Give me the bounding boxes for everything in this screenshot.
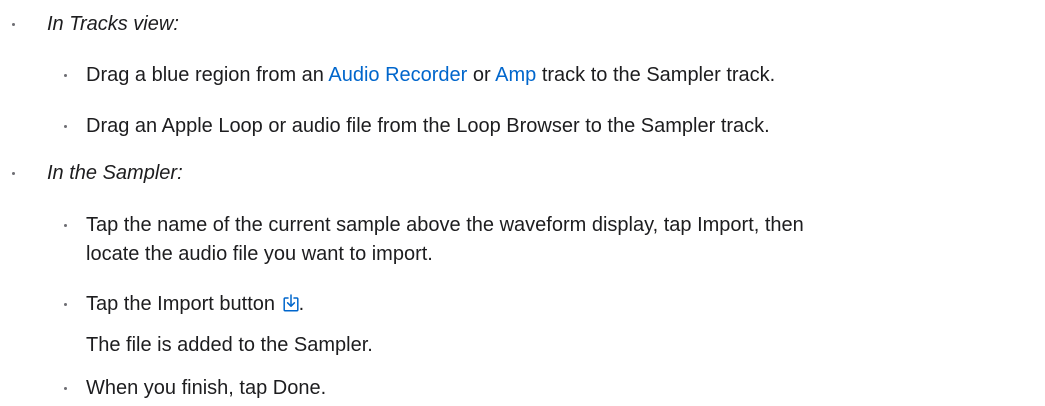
list-item-text: Drag a blue region from an Audio Recorde… [86,61,775,89]
import-icon [283,292,299,312]
list-item-drag-blue-region: Drag a blue region from an Audio Recorde… [0,61,1045,89]
bullet [64,125,67,128]
list-item-in-sampler: In the Sampler: [0,159,1045,187]
audio-recorder-link[interactable]: Audio Recorder [328,64,467,86]
list-item-text: When you finish, tap Done. [86,377,327,399]
list-item-text: Tap the Import button . [86,290,304,318]
text-middle: or [467,64,496,86]
text-after-icon: . [298,293,305,315]
text-before-link: Drag a blue region from an [86,64,329,86]
list-item-text: Drag an Apple Loop or audio file from th… [86,115,770,137]
list-item-text-line1: Tap the name of the current sample above… [86,214,804,236]
amp-link[interactable]: Amp [495,64,536,86]
bullet [64,74,67,77]
bullet [12,23,15,26]
bullet [64,387,67,390]
bullet [64,224,67,227]
list-item-tracks-view: In Tracks view: [0,10,1045,38]
bullet [12,172,15,175]
result-text: The file is added to the Sampler. [86,334,373,356]
bullet [64,303,67,306]
text-before-icon: Tap the Import button [86,293,281,315]
list-item-tap-import-button: Tap the Import button . [0,290,1045,318]
list-item-text-line2: locate the audio file you want to import… [86,243,433,265]
text-after-link: track to the Sampler track. [536,64,776,86]
list-item-tap-done: When you finish, tap Done. [0,374,1045,402]
section-heading-in-sampler: In the Sampler: [47,162,183,184]
list-item-result-text: The file is added to the Sampler. [0,331,1045,359]
section-heading-tracks-view: In Tracks view: [47,13,179,35]
list-item-tap-sample-name: Tap the name of the current sample above… [0,211,1045,269]
list-item-drag-apple-loop: Drag an Apple Loop or audio file from th… [0,112,1045,140]
